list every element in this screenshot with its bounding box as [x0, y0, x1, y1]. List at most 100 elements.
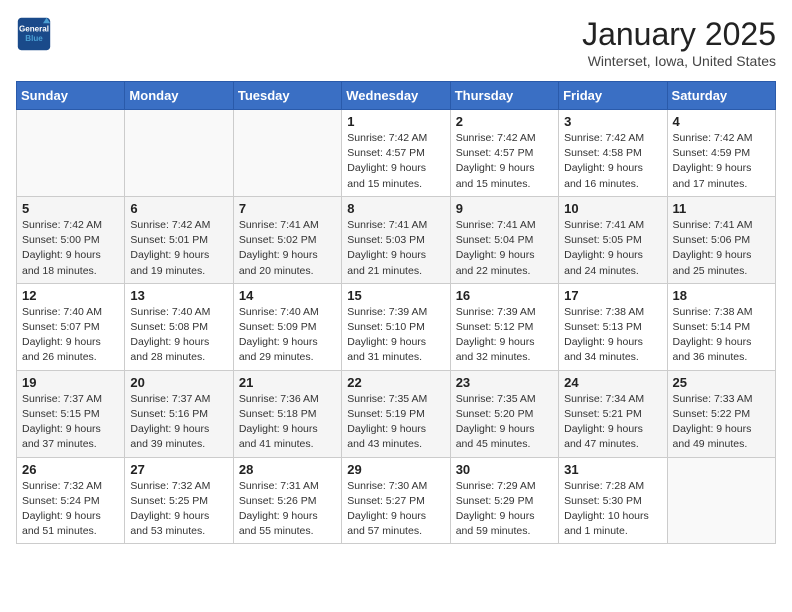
day-content: Sunrise: 7:42 AM Sunset: 4:59 PM Dayligh…	[673, 131, 770, 192]
calendar-cell: 26 Sunrise: 7:32 AM Sunset: 5:24 PM Dayli…	[17, 457, 125, 544]
day-content: Sunrise: 7:28 AM Sunset: 5:30 PM Dayligh…	[564, 479, 661, 540]
calendar-cell: 27 Sunrise: 7:32 AM Sunset: 5:25 PM Dayli…	[125, 457, 233, 544]
day-content: Sunrise: 7:41 AM Sunset: 5:05 PM Dayligh…	[564, 218, 661, 279]
calendar-week-4: 19Sunrise: 7:37 AM Sunset: 5:15 PM Dayli…	[17, 370, 776, 457]
day-number: 29	[347, 462, 444, 477]
day-content: Sunrise: 7:38 AM Sunset: 5:13 PM Dayligh…	[564, 305, 661, 366]
day-number: 11	[673, 201, 770, 216]
calendar-week-2: 5Sunrise: 7:42 AM Sunset: 5:00 PM Daylig…	[17, 196, 776, 283]
day-number: 9	[456, 201, 553, 216]
day-content: Sunrise: 7:30 AM Sunset: 5:27 PM Dayligh…	[347, 479, 444, 540]
day-number: 24	[564, 375, 661, 390]
day-number: 17	[564, 288, 661, 303]
logo: General Blue	[16, 16, 52, 52]
day-of-week-sunday: Sunday	[17, 82, 125, 110]
day-content: Sunrise: 7:41 AM Sunset: 5:06 PM Dayligh…	[673, 218, 770, 279]
calendar-cell: 7Sunrise: 7:41 AM Sunset: 5:02 PM Daylig…	[233, 196, 341, 283]
day-of-week-tuesday: Tuesday	[233, 82, 341, 110]
day-number: 13	[130, 288, 227, 303]
day-number: 5	[22, 201, 119, 216]
day-number: 2	[456, 114, 553, 129]
calendar-cell: 29 Sunrise: 7:30 AM Sunset: 5:27 PM Dayli…	[342, 457, 450, 544]
day-content: Sunrise: 7:41 AM Sunset: 5:03 PM Dayligh…	[347, 218, 444, 279]
day-of-week-thursday: Thursday	[450, 82, 558, 110]
day-number: 31	[564, 462, 661, 477]
day-content: Sunrise: 7:42 AM Sunset: 4:58 PM Dayligh…	[564, 131, 661, 192]
calendar-cell	[233, 110, 341, 197]
day-of-week-friday: Friday	[559, 82, 667, 110]
day-number: 30	[456, 462, 553, 477]
calendar-cell: 8Sunrise: 7:41 AM Sunset: 5:03 PM Daylig…	[342, 196, 450, 283]
calendar-week-1: 1 Sunrise: 7:42 AM Sunset: 4:57 PM Daylig…	[17, 110, 776, 197]
day-number: 7	[239, 201, 336, 216]
day-number: 6	[130, 201, 227, 216]
svg-text:General: General	[19, 24, 49, 33]
day-number: 15	[347, 288, 444, 303]
calendar-header-row: SundayMondayTuesdayWednesdayThursdayFrid…	[17, 82, 776, 110]
day-content: Sunrise: 7:39 AM Sunset: 5:12 PM Dayligh…	[456, 305, 553, 366]
day-content: Sunrise: 7:37 AM Sunset: 5:15 PM Dayligh…	[22, 392, 119, 453]
calendar-cell: 16 Sunrise: 7:39 AM Sunset: 5:12 PM Dayli…	[450, 283, 558, 370]
page-header: General Blue January 2025 Winterset, Iow…	[16, 16, 776, 69]
day-content: Sunrise: 7:42 AM Sunset: 4:57 PM Dayligh…	[347, 131, 444, 192]
calendar-cell: 2Sunrise: 7:42 AM Sunset: 4:57 PM Daylig…	[450, 110, 558, 197]
calendar-cell: 1 Sunrise: 7:42 AM Sunset: 4:57 PM Daylig…	[342, 110, 450, 197]
day-of-week-saturday: Saturday	[667, 82, 775, 110]
day-number: 3	[564, 114, 661, 129]
day-number: 22	[347, 375, 444, 390]
day-number: 26	[22, 462, 119, 477]
svg-text:Blue: Blue	[25, 34, 43, 43]
calendar-cell: 11 Sunrise: 7:41 AM Sunset: 5:06 PM Dayli…	[667, 196, 775, 283]
calendar-cell: 12 Sunrise: 7:40 AM Sunset: 5:07 PM Dayli…	[17, 283, 125, 370]
calendar-cell: 20 Sunrise: 7:37 AM Sunset: 5:16 PM Dayli…	[125, 370, 233, 457]
calendar-cell: 3 Sunrise: 7:42 AM Sunset: 4:58 PM Daylig…	[559, 110, 667, 197]
day-content: Sunrise: 7:36 AM Sunset: 5:18 PM Dayligh…	[239, 392, 336, 453]
calendar-cell: 4Sunrise: 7:42 AM Sunset: 4:59 PM Daylig…	[667, 110, 775, 197]
day-number: 28	[239, 462, 336, 477]
calendar-cell: 17 Sunrise: 7:38 AM Sunset: 5:13 PM Dayli…	[559, 283, 667, 370]
month-title: January 2025	[582, 16, 776, 53]
day-content: Sunrise: 7:32 AM Sunset: 5:25 PM Dayligh…	[130, 479, 227, 540]
day-content: Sunrise: 7:29 AM Sunset: 5:29 PM Dayligh…	[456, 479, 553, 540]
day-number: 27	[130, 462, 227, 477]
calendar-cell	[125, 110, 233, 197]
calendar-cell: 14 Sunrise: 7:40 AM Sunset: 5:09 PM Dayli…	[233, 283, 341, 370]
calendar-cell: 22Sunrise: 7:35 AM Sunset: 5:19 PM Dayli…	[342, 370, 450, 457]
calendar-cell: 25 Sunrise: 7:33 AM Sunset: 5:22 PM Dayli…	[667, 370, 775, 457]
day-of-week-wednesday: Wednesday	[342, 82, 450, 110]
day-number: 18	[673, 288, 770, 303]
day-content: Sunrise: 7:40 AM Sunset: 5:07 PM Dayligh…	[22, 305, 119, 366]
day-number: 20	[130, 375, 227, 390]
calendar-cell: 19Sunrise: 7:37 AM Sunset: 5:15 PM Dayli…	[17, 370, 125, 457]
day-number: 16	[456, 288, 553, 303]
day-number: 25	[673, 375, 770, 390]
day-number: 21	[239, 375, 336, 390]
day-number: 10	[564, 201, 661, 216]
calendar-cell: 10 Sunrise: 7:41 AM Sunset: 5:05 PM Dayli…	[559, 196, 667, 283]
day-content: Sunrise: 7:38 AM Sunset: 5:14 PM Dayligh…	[673, 305, 770, 366]
day-number: 12	[22, 288, 119, 303]
day-content: Sunrise: 7:39 AM Sunset: 5:10 PM Dayligh…	[347, 305, 444, 366]
title-block: January 2025 Winterset, Iowa, United Sta…	[582, 16, 776, 69]
day-number: 1	[347, 114, 444, 129]
day-content: Sunrise: 7:37 AM Sunset: 5:16 PM Dayligh…	[130, 392, 227, 453]
calendar-cell: 21 Sunrise: 7:36 AM Sunset: 5:18 PM Dayli…	[233, 370, 341, 457]
calendar-cell: 18 Sunrise: 7:38 AM Sunset: 5:14 PM Dayli…	[667, 283, 775, 370]
calendar-cell: 31 Sunrise: 7:28 AM Sunset: 5:30 PM Dayli…	[559, 457, 667, 544]
calendar-cell: 6Sunrise: 7:42 AM Sunset: 5:01 PM Daylig…	[125, 196, 233, 283]
day-content: Sunrise: 7:40 AM Sunset: 5:09 PM Dayligh…	[239, 305, 336, 366]
calendar-cell: 30 Sunrise: 7:29 AM Sunset: 5:29 PM Dayli…	[450, 457, 558, 544]
day-content: Sunrise: 7:41 AM Sunset: 5:04 PM Dayligh…	[456, 218, 553, 279]
day-content: Sunrise: 7:32 AM Sunset: 5:24 PM Dayligh…	[22, 479, 119, 540]
day-number: 14	[239, 288, 336, 303]
logo-icon: General Blue	[16, 16, 52, 52]
calendar-week-3: 12 Sunrise: 7:40 AM Sunset: 5:07 PM Dayli…	[17, 283, 776, 370]
calendar-cell: 13Sunrise: 7:40 AM Sunset: 5:08 PM Dayli…	[125, 283, 233, 370]
location-subtitle: Winterset, Iowa, United States	[582, 53, 776, 69]
calendar-cell: 24Sunrise: 7:34 AM Sunset: 5:21 PM Dayli…	[559, 370, 667, 457]
calendar-cell	[667, 457, 775, 544]
calendar-table: SundayMondayTuesdayWednesdayThursdayFrid…	[16, 81, 776, 544]
calendar-cell: 28Sunrise: 7:31 AM Sunset: 5:26 PM Dayli…	[233, 457, 341, 544]
day-content: Sunrise: 7:33 AM Sunset: 5:22 PM Dayligh…	[673, 392, 770, 453]
calendar-cell	[17, 110, 125, 197]
